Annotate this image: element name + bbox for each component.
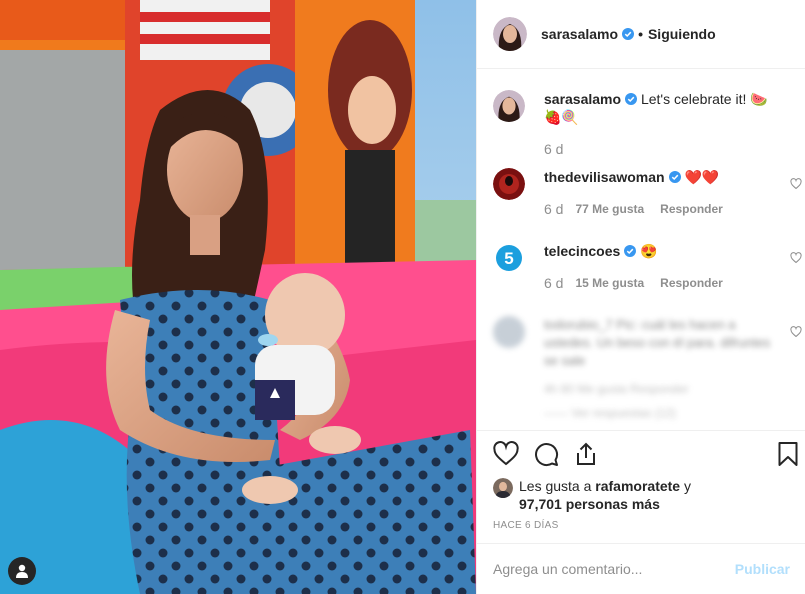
user-tag-button[interactable] [8, 557, 36, 585]
comment-bubble-icon[interactable] [533, 441, 559, 467]
post-header: sarasalamo • Siguiendo [477, 0, 805, 69]
verified-badge-icon [668, 171, 681, 183]
bookmark-icon[interactable] [775, 441, 801, 467]
author-avatar[interactable] [493, 17, 527, 51]
comment-avatar[interactable]: 5 [493, 242, 525, 274]
likes-conjunction: y [680, 478, 691, 494]
author-username[interactable]: sarasalamo [541, 26, 618, 42]
caption-avatar[interactable] [493, 90, 525, 122]
header-separator: • [638, 26, 643, 42]
verified-badge-icon [625, 93, 638, 105]
comment-username[interactable]: thedevilisawoman [544, 169, 665, 185]
liker-avatar [493, 478, 513, 498]
blurred-comment-body: todorubio_7 Pic: cuál les hacen a ustede… [544, 316, 784, 422]
reply-button[interactable]: Responder [660, 200, 723, 218]
caption-avatar-image [493, 90, 525, 122]
comment-username[interactable]: telecincoes [544, 243, 620, 259]
heart-icon[interactable] [493, 441, 519, 467]
comment-avatar[interactable] [493, 168, 525, 200]
comment-likes[interactable]: 15 Me gusta [575, 274, 644, 292]
blurred-comment-avatar [493, 316, 525, 348]
following-button[interactable]: Siguiendo [648, 26, 716, 42]
svg-text:5: 5 [504, 249, 513, 268]
blurred-comment-meta: 4h 80 Me gusta Responder [544, 382, 689, 396]
comment-time[interactable]: 6 d [544, 274, 563, 292]
comment-avatar-image [493, 168, 525, 200]
likes-prefix: Les gusta a [519, 478, 596, 494]
post-timestamp[interactable]: HACE 6 DÍAS [493, 520, 559, 531]
likes-count[interactable]: 97,701 personas más [519, 496, 660, 512]
caption-time[interactable]: 6 d [544, 140, 563, 158]
telecinco-logo-icon: 5 [493, 242, 525, 274]
reply-button[interactable]: Responder [660, 274, 723, 292]
blurred-comment-text: todorubio_7 Pic: cuál les hacen a ustede… [544, 317, 771, 368]
caption-body: sarasalamo Let's celebrate it! 🍉🍓🍭 6 d [544, 90, 784, 158]
author-avatar-image [493, 17, 527, 51]
liker-avatar-image [493, 478, 513, 498]
comments-list[interactable]: sarasalamo Let's celebrate it! 🍉🍓🍭 6 d t… [477, 70, 805, 430]
comment-like-heart-icon[interactable] [790, 178, 802, 190]
comment-input[interactable] [493, 561, 735, 577]
share-upload-icon[interactable] [573, 441, 599, 467]
user-tag-icon [16, 564, 28, 578]
comment-time[interactable]: 6 d [544, 200, 563, 218]
caption-username[interactable]: sarasalamo [544, 91, 621, 107]
comment-text: 😍 [640, 243, 658, 259]
likes-summary[interactable]: Les gusta a rafamoratete y 97,701 person… [493, 477, 793, 513]
comment-like-heart-icon[interactable] [790, 252, 802, 264]
post-actions: Les gusta a rafamoratete y 97,701 person… [477, 430, 805, 543]
post-side-panel: sarasalamo • Siguiendo sarasalamo Let's … [476, 0, 805, 594]
liker-username[interactable]: rafamoratete [595, 478, 680, 494]
publish-button[interactable]: Publicar [735, 561, 790, 577]
blurred-comment-replies: —— Ver respuestas (12) [544, 406, 677, 420]
comment-like-heart-icon[interactable] [790, 326, 802, 338]
comment-likes[interactable]: 77 Me gusta [575, 200, 644, 218]
comment-text: ❤️❤️ [684, 169, 720, 185]
verified-badge-icon [622, 28, 635, 40]
post-image-illustration [0, 0, 476, 594]
post-photo[interactable] [0, 0, 476, 594]
verified-badge-icon [624, 245, 637, 257]
add-comment-bar: Publicar [477, 543, 805, 594]
